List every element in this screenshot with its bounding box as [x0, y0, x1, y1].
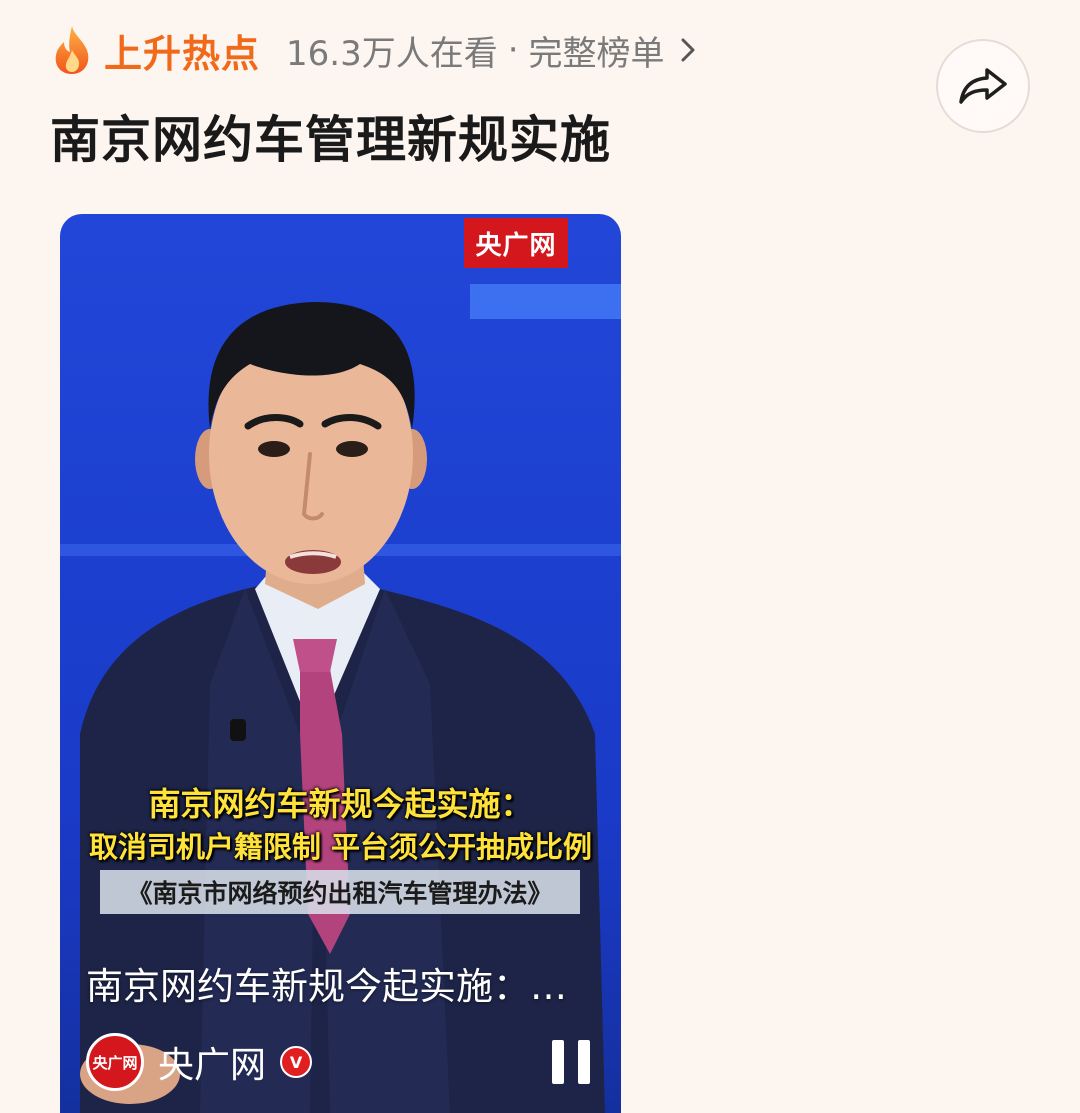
brand-watermark: 央广网	[464, 218, 568, 268]
verified-badge-icon: V	[280, 1046, 313, 1078]
hot-topic-label: 上升热点	[104, 31, 261, 76]
full-list-link[interactable]: 16.3万人在看 · 完整榜单	[286, 26, 695, 75]
video-source[interactable]: 央广网 央广网 V	[86, 1032, 313, 1092]
pause-icon-bar-right	[578, 1040, 590, 1084]
caption-line-2: 取消司机户籍限制 平台须公开抽成比例	[88, 830, 593, 864]
share-button[interactable]	[936, 39, 1030, 133]
source-name[interactable]: 央广网	[158, 1036, 266, 1088]
full-list-label: 完整榜单	[528, 33, 665, 74]
chevron-right-icon	[681, 38, 695, 62]
caption-line-1: 南京网约车新规今起实施：	[148, 785, 533, 823]
flame-icon	[55, 26, 89, 74]
pause-icon-bar-left	[552, 1040, 564, 1084]
pause-button[interactable]	[552, 1040, 592, 1084]
video-player[interactable]: 央广网 南京网约车新规今起实施： 取消司机户籍限制 平台须公开抽成比例 《南京市…	[60, 214, 621, 1113]
viewer-count: 16.3万人在看	[286, 33, 498, 74]
video-title[interactable]: 南京网约车新规今起实施：…	[86, 956, 606, 1010]
share-icon	[959, 68, 1007, 104]
page-title: 南京网约车管理新规实施	[50, 111, 611, 169]
hot-topic-bar[interactable]: 上升热点 16.3万人在看 · 完整榜单	[50, 22, 695, 78]
law-name-banner: 《南京市网络预约出租汽车管理办法》	[100, 870, 580, 914]
separator-dot: ·	[507, 30, 519, 70]
source-avatar[interactable]: 央广网	[86, 1033, 144, 1091]
